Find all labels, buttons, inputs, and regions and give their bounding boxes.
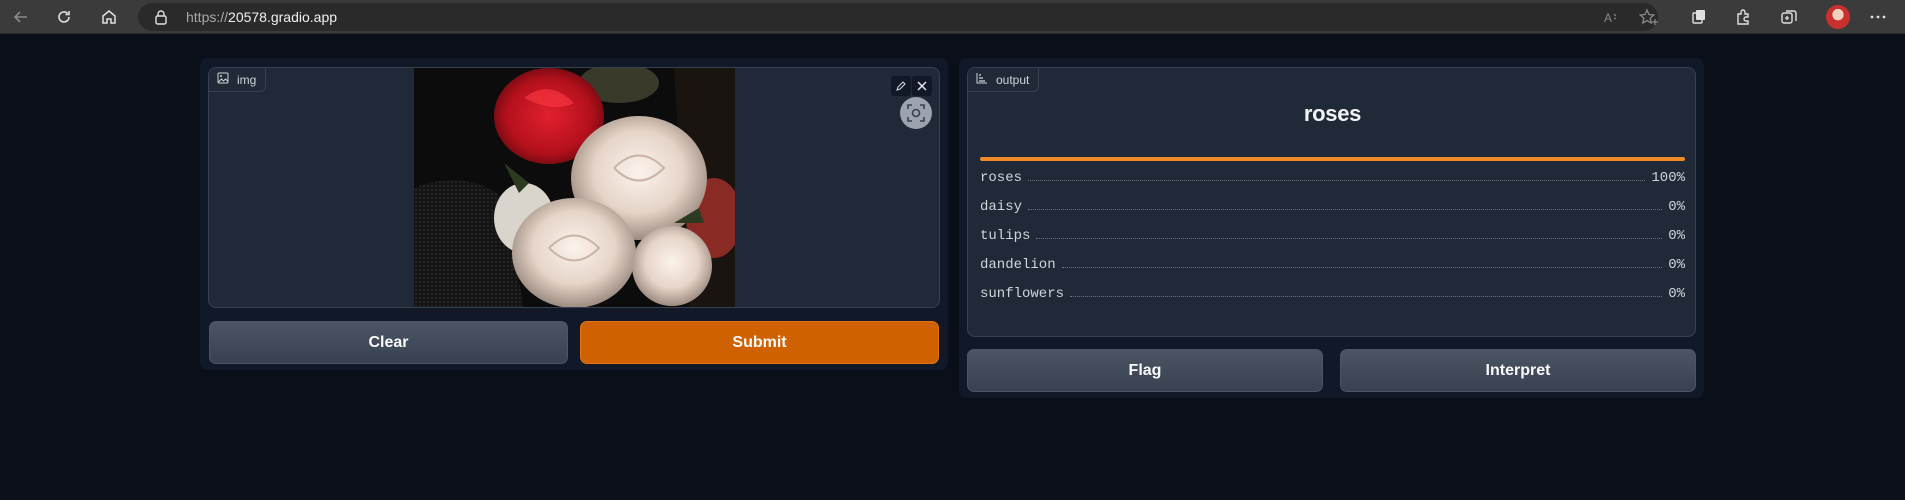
image-label-tag: img [209,68,267,92]
lock-icon [154,9,168,25]
close-icon[interactable] [912,76,932,96]
browser-toolbar: https://20578.gradio.app A [0,0,1905,34]
confidence-value: 100% [1651,170,1685,186]
submit-button[interactable]: Submit [580,321,939,364]
interpret-button[interactable]: Interpret [1340,349,1696,392]
image-input[interactable]: img [208,67,940,308]
address-bar[interactable]: https://20578.gradio.app A [138,3,1658,31]
back-icon[interactable] [9,5,33,29]
image-icon [217,72,229,87]
profile-avatar[interactable] [1826,5,1850,29]
flag-button[interactable]: Flag [967,349,1323,392]
label-output: output roses roses 100% daisy 0% tulips … [967,67,1696,337]
uploaded-image [414,68,735,307]
confidence-row[interactable]: tulips 0% [980,226,1685,244]
output-panel: output roses roses 100% daisy 0% tulips … [959,58,1704,398]
clear-button[interactable]: Clear [209,321,568,364]
confidence-label: tulips [980,228,1031,244]
leader-dots [1061,267,1663,268]
confidence-row[interactable]: roses 100% [980,168,1685,186]
refresh-icon[interactable] [52,5,76,29]
confidence-value: 0% [1668,286,1685,302]
bar-chart-icon [976,72,988,87]
confidence-row[interactable]: dandelion 0% [980,255,1685,273]
confidence-label: sunflowers [980,286,1065,302]
confidence-value: 0% [1668,257,1685,273]
leader-dots [1028,180,1646,181]
extensions-icon[interactable] [1731,5,1755,29]
confidence-label: dandelion [980,257,1056,273]
leader-dots [1070,296,1663,297]
top-confidence-bar [980,157,1685,161]
split-screen-icon[interactable] [1687,5,1711,29]
read-aloud-icon[interactable]: A [1602,8,1620,26]
leader-dots [1028,209,1663,210]
leader-dots [1036,238,1663,239]
confidence-label: roses [980,170,1023,186]
url-text: https://20578.gradio.app [186,9,338,25]
confidence-value: 0% [1668,199,1685,215]
svg-text:A: A [1604,11,1612,25]
image-label: img [237,72,257,87]
output-label: output [996,72,1030,87]
favorite-add-icon[interactable] [1639,8,1659,26]
output-label-tag: output [968,68,1040,92]
confidence-row[interactable]: daisy 0% [980,197,1685,215]
input-panel: img Clear Submit [200,58,948,370]
webcam-capture-icon[interactable] [900,97,932,129]
predicted-label: roses [1303,101,1362,126]
more-menu-icon[interactable] [1866,5,1890,29]
confidence-row[interactable]: sunflowers 0% [980,284,1685,302]
confidence-label: daisy [980,199,1023,215]
edit-icon[interactable] [891,76,911,96]
home-icon[interactable] [97,5,121,29]
confidence-value: 0% [1668,228,1685,244]
collections-icon[interactable] [1777,5,1801,29]
